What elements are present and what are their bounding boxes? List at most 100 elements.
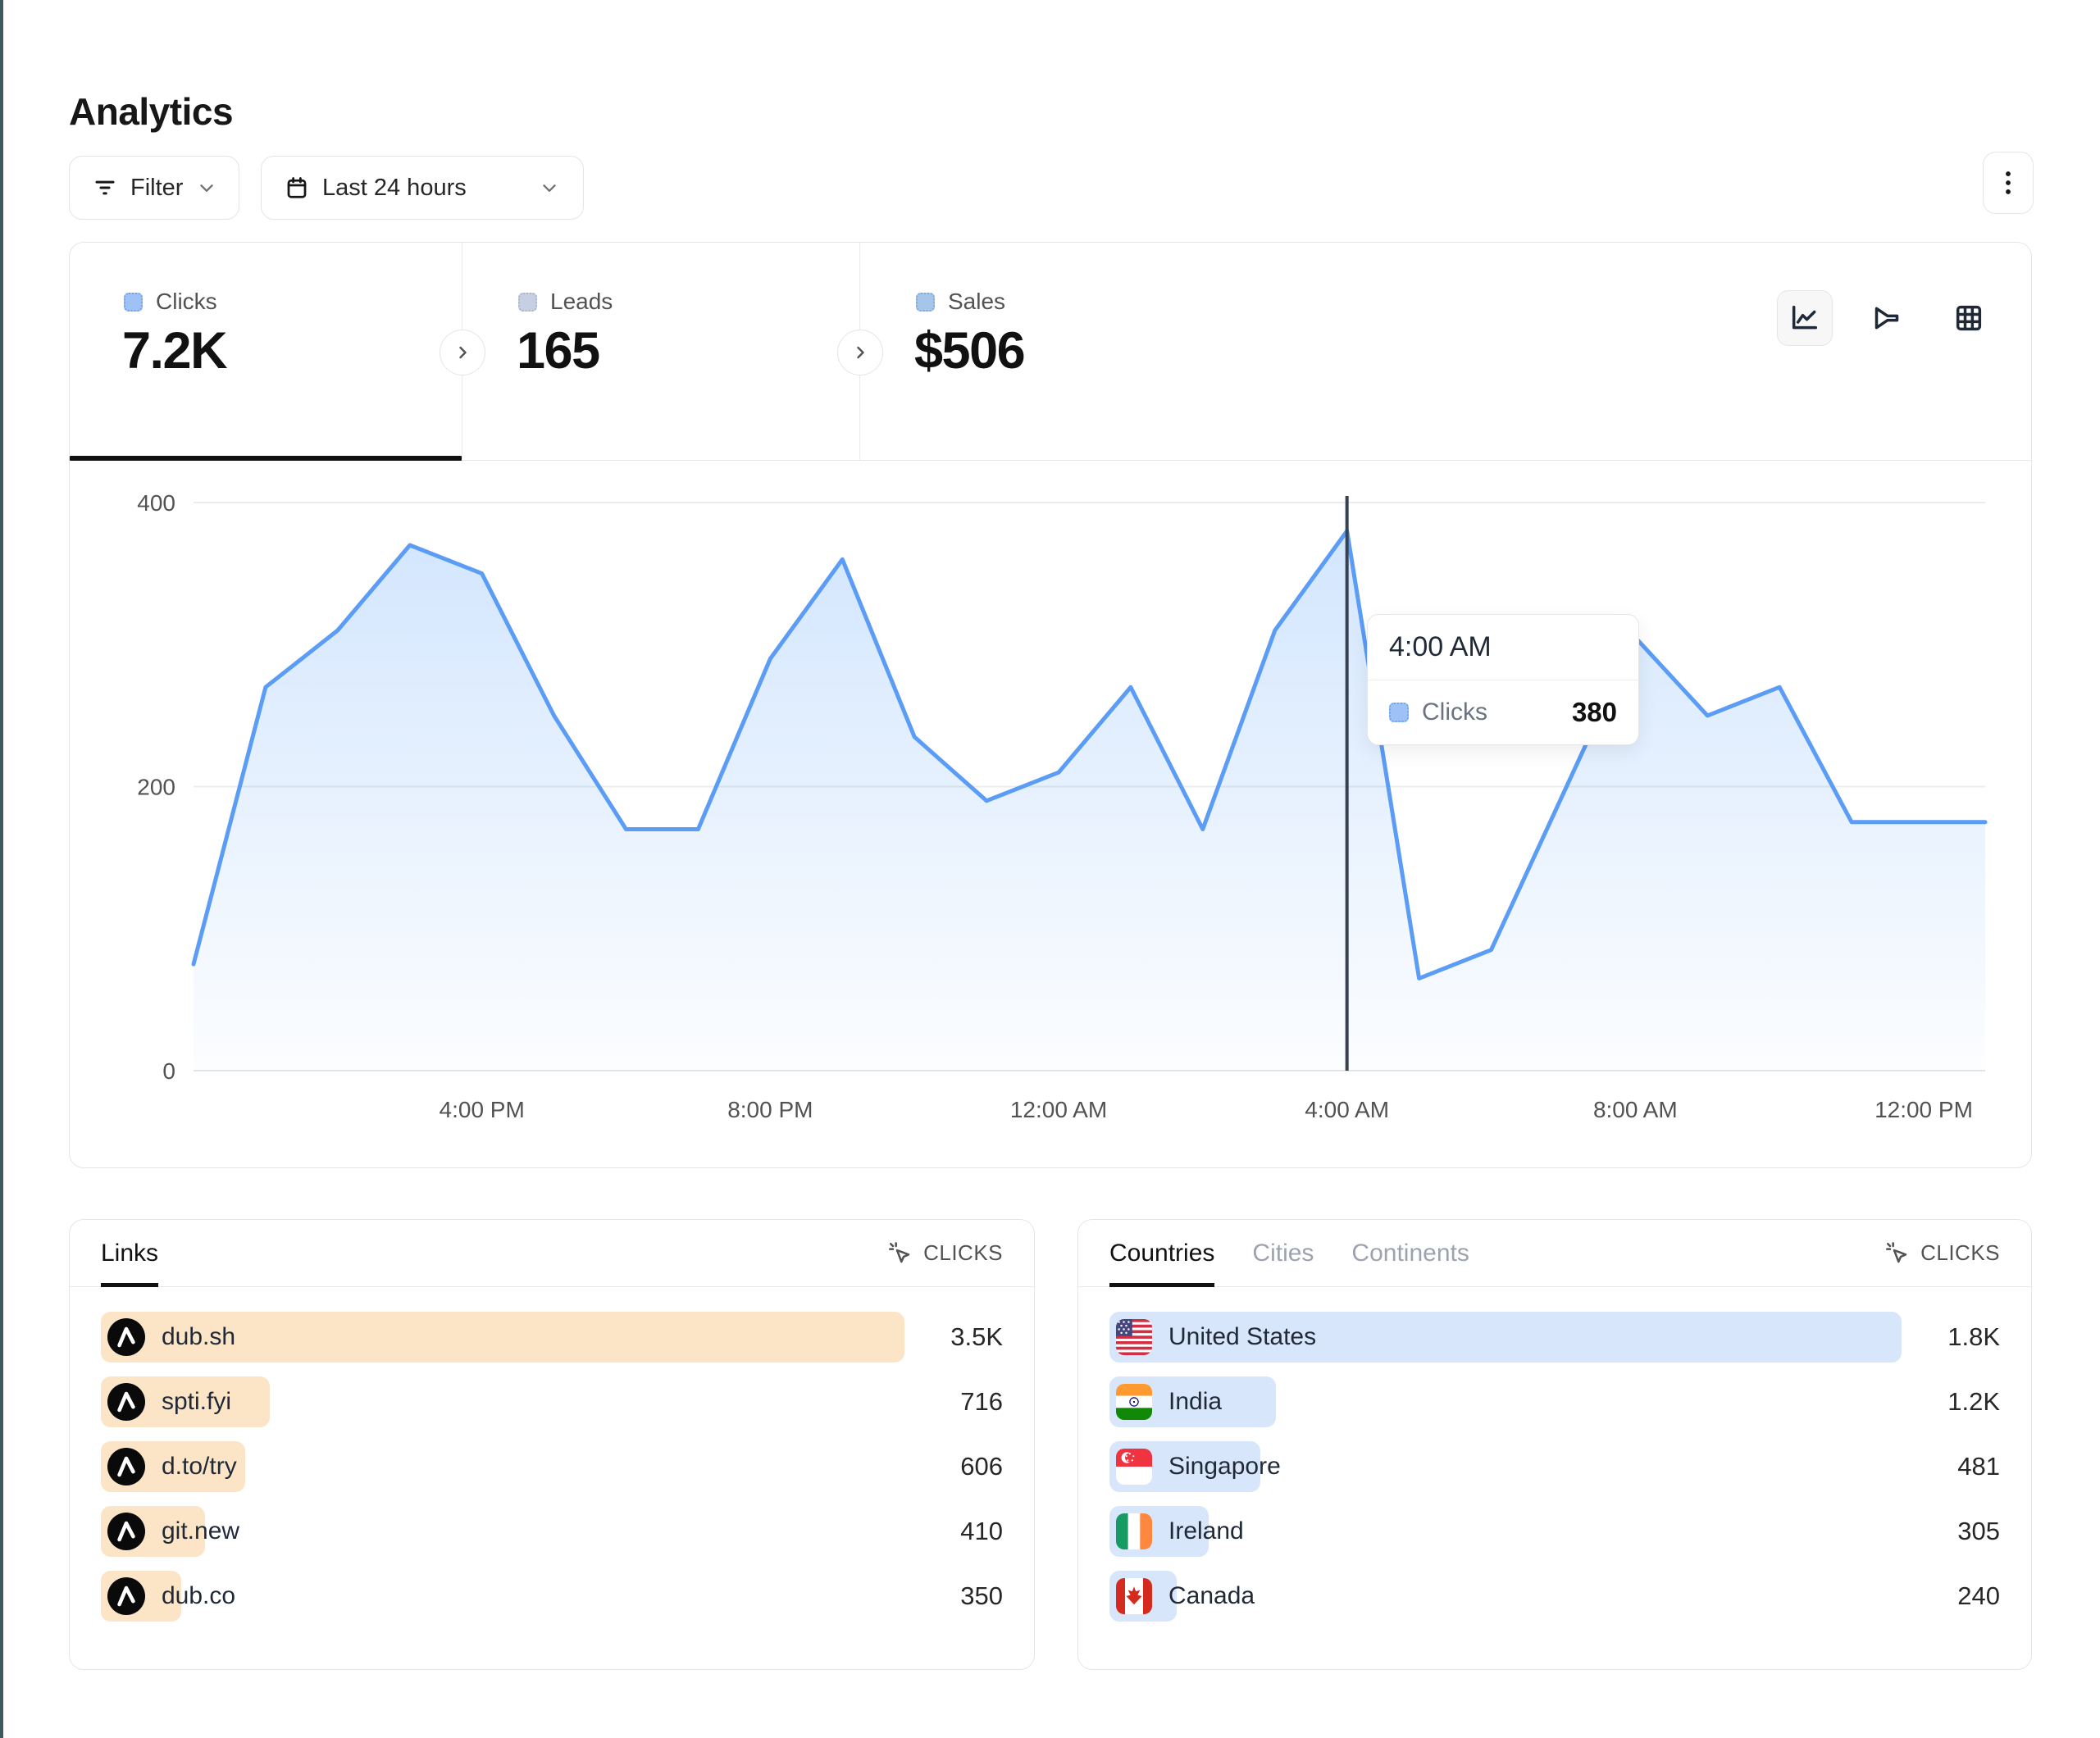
sales-tab-value: $506 [914,321,1024,380]
kebab-menu-icon [1996,169,2020,197]
data-row[interactable]: Singapore 481 [1109,1441,2000,1492]
page-title: Analytics [69,89,233,134]
countries-panel: Countries Cities Continents CLICKS United … [1077,1219,2032,1670]
y-axis-tick-label: 400 [137,490,175,516]
expand-sales-button[interactable] [837,330,883,375]
bar-track: dub.sh [101,1312,904,1363]
tab-countries[interactable]: Countries [1109,1220,1214,1286]
row-label: United States [1168,1323,1316,1351]
metric-tabs-row: Clicks 7.2K Leads 165 Sales $506 [70,243,2031,461]
bar-content: United States [1116,1312,1316,1363]
tab-continents[interactable]: Continents [1351,1220,1469,1286]
tab-links[interactable]: Links [101,1220,158,1286]
bar-track: dub.co [101,1571,904,1622]
data-row[interactable]: Ireland 305 [1109,1506,2000,1557]
countries-metric-header[interactable]: CLICKS [1884,1240,2000,1267]
data-row[interactable]: dub.sh 3.5K [101,1312,1003,1363]
expand-leads-button[interactable] [440,330,485,375]
tooltip-time: 4:00 AM [1368,615,1638,680]
tab-clicks[interactable]: Clicks 7.2K [70,243,462,460]
data-row[interactable]: dub.co350 [101,1571,1003,1622]
ie-flag-icon [1116,1513,1152,1549]
x-axis-tick-label: 4:00 AM [1305,1097,1389,1122]
bar-track: Singapore [1109,1441,1902,1492]
row-label: Singapore [1168,1453,1281,1481]
row-label: Canada [1168,1582,1255,1610]
bar-track: Canada [1109,1571,1902,1622]
date-range-button[interactable]: Last 24 hours [261,156,584,220]
row-value: 305 [1902,1517,2000,1546]
row-label: dub.co [162,1582,235,1610]
bar-content: dub.co [107,1571,235,1622]
tooltip-metric-value: 380 [1572,697,1617,728]
links-metric-header-label: CLICKS [923,1240,1003,1266]
tooltip-legend-swatch [1389,703,1409,722]
bar-content: git.new [107,1506,239,1557]
leads-legend-swatch [518,293,537,312]
filter-icon [93,175,117,200]
x-axis-tick-label: 12:00 AM [1010,1097,1107,1122]
window-edge-strip [0,0,3,1738]
filter-button[interactable]: Filter [69,156,239,220]
data-row[interactable]: git.new 410 [101,1506,1003,1557]
row-value: 606 [904,1452,1003,1481]
cursor-click-icon [887,1240,913,1267]
more-options-button[interactable] [1983,152,2034,214]
row-value: 410 [904,1517,1003,1546]
data-row[interactable]: d.to/try 606 [101,1441,1003,1492]
leads-tab-value: 165 [517,321,599,380]
dub-logo-favicon [107,1448,145,1485]
analytics-page: { "page": { "title": "Analytics" }, "too… [0,0,2100,1738]
x-axis-tick-label: 12:00 PM [1875,1097,1973,1122]
data-row[interactable]: spti.fyi 716 [101,1376,1003,1427]
row-value: 481 [1902,1452,2000,1481]
row-value: 240 [1902,1581,2000,1611]
bar-track: d.to/try [101,1441,904,1492]
bar-content: Singapore [1116,1441,1281,1492]
row-label: Ireland [1168,1517,1244,1545]
in-flag-icon [1116,1384,1152,1420]
y-axis-tick-label: 0 [162,1058,175,1084]
data-row[interactable]: Canada 240 [1109,1571,2000,1622]
row-label: dub.sh [162,1323,235,1351]
table-view-button[interactable] [1941,290,1997,346]
bar-track: git.new [101,1506,904,1557]
data-row[interactable]: United States1.8K [1109,1312,2000,1363]
clicks-area-fill [194,531,1985,1071]
row-value: 3.5K [904,1322,1003,1352]
countries-metric-header-label: CLICKS [1920,1240,2000,1266]
row-label: spti.fyi [162,1388,231,1416]
clicks-legend-swatch [124,293,143,312]
sales-legend-swatch [916,293,935,312]
bar-content: spti.fyi [107,1376,231,1427]
tab-cities[interactable]: Cities [1252,1220,1314,1286]
clicks-timeseries-chart[interactable]: 02004004:00 PM8:00 PM12:00 AM4:00 AM8:00… [70,460,2031,1167]
links-panel: Links CLICKS dub.sh 3.5K spti.fyi 716 d.to/t… [69,1219,1035,1670]
bar-content: d.to/try [107,1441,237,1492]
dub-logo-favicon [107,1577,145,1615]
links-metric-header[interactable]: CLICKS [887,1240,1003,1267]
x-axis-tick-label: 4:00 PM [440,1097,525,1122]
chevron-down-icon [539,177,560,198]
calendar-icon [285,175,309,200]
tab-leads[interactable]: Leads 165 [462,243,859,460]
chart-type-switcher [1777,290,1997,346]
funnel-view-button[interactable] [1859,290,1915,346]
row-value: 716 [904,1387,1003,1417]
row-value: 1.2K [1902,1387,2000,1417]
tooltip-metric-label: Clicks [1422,698,1487,726]
bar-track: Ireland [1109,1506,1902,1557]
us-flag-icon [1116,1319,1152,1355]
ca-flag-icon [1116,1578,1152,1614]
x-axis-tick-label: 8:00 PM [727,1097,813,1122]
row-label: git.new [162,1517,239,1545]
filter-button-label: Filter [130,175,183,202]
bar-track: India [1109,1376,1902,1427]
tab-sales[interactable]: Sales $506 [859,243,2033,460]
clicks-tab-label: Clicks [156,289,217,315]
bar-track: spti.fyi [101,1376,904,1427]
sg-flag-icon [1116,1449,1152,1485]
bar-content: dub.sh [107,1312,235,1363]
line-chart-view-button[interactable] [1777,290,1833,346]
data-row[interactable]: India1.2K [1109,1376,2000,1427]
